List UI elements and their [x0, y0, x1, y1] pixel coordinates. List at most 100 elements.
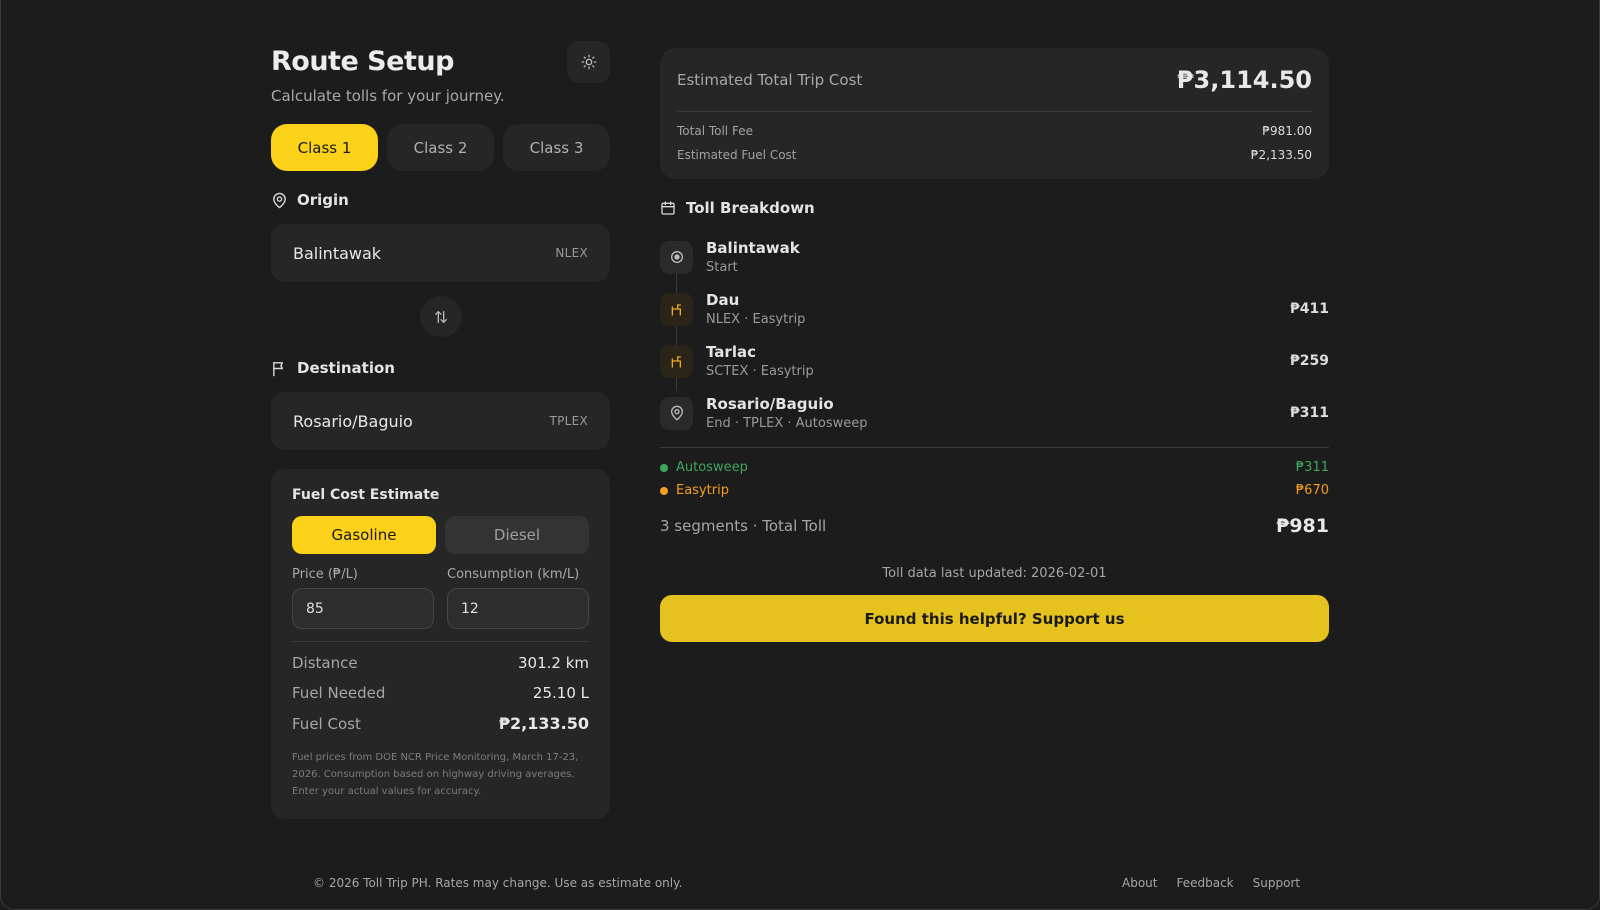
last-updated-text: Toll data last updated: 2026-02-01 [882, 566, 1107, 581]
timeline-stop: Balintawak Start [660, 231, 1329, 283]
footer-feedback-link[interactable]: Feedback [1176, 876, 1233, 890]
swap-route-button[interactable] [419, 296, 462, 337]
distance-label: Distance [292, 654, 358, 672]
destination-value: Rosario/Baguio [293, 411, 413, 431]
toll-fee-value: ₱981.00 [1262, 124, 1312, 138]
destination-select[interactable]: Rosario/Baguio TPLEX [271, 392, 610, 450]
stop-detail: Start [706, 260, 738, 275]
stop-name: Balintawak [706, 239, 800, 257]
toll-gate-icon [660, 292, 693, 326]
easytrip-legend: Easytrip ₱670 [660, 483, 1329, 498]
gasoline-button[interactable]: Gasoline [292, 516, 436, 554]
class-3-button[interactable]: Class 3 [503, 124, 610, 171]
map-pin-icon [273, 192, 286, 208]
support-button[interactable]: Found this helpful? Support us [660, 595, 1329, 642]
origin-expressway-tag: NLEX [555, 246, 588, 260]
consumption-label: Consumption (km/L) [447, 567, 580, 582]
distance-row: Distance 301.2 km [292, 654, 589, 672]
toll-summary-value: ₱981 [1276, 515, 1329, 537]
fuel-cost-card: Fuel Cost Estimate Gasoline Diesel Price… [271, 469, 610, 819]
autosweep-total: ₱311 [1295, 460, 1329, 475]
stop-detail: End · TPLEX · Autosweep [706, 416, 868, 431]
stop-fee: ₱311 [1290, 405, 1329, 421]
destination-label-text: Destination [297, 359, 395, 377]
fuel-needed-label: Fuel Needed [292, 684, 386, 702]
origin-value: Balintawak [293, 243, 382, 263]
toll-fee-label: Total Toll Fee [677, 124, 753, 138]
fuel-type-toggle: Gasoline Diesel [292, 516, 589, 554]
diesel-button[interactable]: Diesel [445, 516, 589, 554]
origin-label: Origin [271, 191, 610, 209]
distance-value: 301.2 km [517, 654, 589, 672]
toll-summary: 3 segments · Total Toll ₱981 [660, 515, 1329, 537]
timeline-stop: Dau NLEX · Easytrip ₱411 [660, 283, 1329, 335]
price-label: Price (₱/L) [292, 567, 358, 582]
map-pin-icon [660, 396, 693, 430]
footer-copyright: © 2026 Toll Trip PH. Rates may change. U… [313, 876, 683, 890]
sun-icon [581, 54, 596, 70]
total-cost-label: Estimated Total Trip Cost [677, 70, 863, 89]
origin-select[interactable]: Balintawak NLEX [271, 224, 610, 282]
class-2-button[interactable]: Class 2 [387, 124, 494, 171]
consumption-field: Consumption (km/L) 12 [447, 567, 589, 629]
fuel-needed-row: Fuel Needed 25.10 L [292, 684, 589, 702]
target-icon [660, 240, 693, 274]
destination-label: Destination [271, 359, 610, 377]
stop-info: Tarlac SCTEX · Easytrip [706, 343, 1290, 379]
easytrip-legend-label: Easytrip [660, 483, 729, 498]
stop-detail: NLEX · Easytrip [706, 312, 806, 327]
stop-fee: ₱411 [1290, 301, 1329, 317]
page-title: Route Setup [271, 46, 454, 77]
stop-fee: ₱259 [1290, 353, 1329, 369]
total-cost-card: Estimated Total Trip Cost ₱3,114.50 Tota… [660, 48, 1329, 179]
origin-label-text: Origin [297, 191, 349, 209]
stop-name: Rosario/Baguio [706, 395, 834, 413]
easytrip-total: ₱670 [1295, 483, 1329, 498]
easytrip-name: Easytrip [676, 483, 729, 498]
total-cost-header: Estimated Total Trip Cost ₱3,114.50 [677, 48, 1312, 112]
autosweep-legend: Autosweep ₱311 [660, 460, 1329, 475]
timeline-stop: Tarlac SCTEX · Easytrip ₱259 [660, 335, 1329, 387]
toll-breakdown-header: Toll Breakdown [660, 199, 1329, 217]
stop-name: Dau [706, 291, 740, 309]
fuel-cost-row: Fuel Cost ₱2,133.50 [292, 714, 589, 733]
footer-support-link[interactable]: Support [1253, 876, 1300, 890]
fuel-estimate-value: ₱2,133.50 [1250, 148, 1312, 162]
fuel-note: Fuel prices from DOE NCR Price Monitorin… [292, 752, 579, 797]
fuel-card-title: Fuel Cost Estimate [292, 487, 440, 503]
swap-vertical-icon [434, 310, 447, 323]
fuel-cost-value: ₱2,133.50 [498, 714, 589, 733]
vehicle-class-selector: Class 1 Class 2 Class 3 [271, 124, 610, 171]
flag-icon [273, 361, 284, 376]
toll-breakdown-title: Toll Breakdown [686, 199, 815, 217]
toll-timeline: Balintawak Start Dau NLEX · Easytrip ₱41… [660, 231, 1329, 439]
divider [660, 447, 1329, 448]
fuel-needed-value: 25.10 L [532, 684, 589, 702]
fuel-cost-label: Fuel Cost [292, 714, 361, 733]
timeline-stop: Rosario/Baguio End · TPLEX · Autosweep ₱… [660, 387, 1329, 439]
divider [292, 641, 589, 642]
toll-gate-icon [660, 344, 693, 378]
stop-info: Rosario/Baguio End · TPLEX · Autosweep [706, 395, 1290, 431]
autosweep-legend-label: Autosweep [660, 460, 748, 475]
price-field: Price (₱/L) 85 [292, 567, 434, 629]
footer-about-link[interactable]: About [1122, 876, 1157, 890]
stop-detail: SCTEX · Easytrip [706, 364, 814, 379]
class-1-button[interactable]: Class 1 [271, 124, 378, 171]
destination-expressway-tag: TPLEX [549, 414, 588, 428]
toll-summary-label: 3 segments · Total Toll [660, 517, 827, 535]
page-subtitle: Calculate tolls for your journey. [271, 87, 505, 105]
stop-info: Balintawak Start [706, 239, 1329, 275]
total-cost-amount: ₱3,114.50 [1176, 65, 1312, 94]
fuel-estimate-row: Estimated Fuel Cost ₱2,133.50 [677, 148, 1312, 162]
easytrip-dot [660, 486, 668, 495]
consumption-input[interactable]: 12 [447, 588, 589, 629]
price-input[interactable]: 85 [292, 588, 434, 629]
toll-fee-row: Total Toll Fee ₱981.00 [677, 124, 1312, 138]
autosweep-name: Autosweep [676, 460, 748, 475]
theme-toggle-button[interactable] [567, 41, 610, 83]
calendar-icon [661, 201, 675, 215]
autosweep-dot [660, 463, 668, 472]
fuel-inputs: Price (₱/L) 85 Consumption (km/L) 12 [292, 567, 589, 629]
route-setup-panel: Route Setup Calculate tolls for your jou… [271, 40, 610, 819]
